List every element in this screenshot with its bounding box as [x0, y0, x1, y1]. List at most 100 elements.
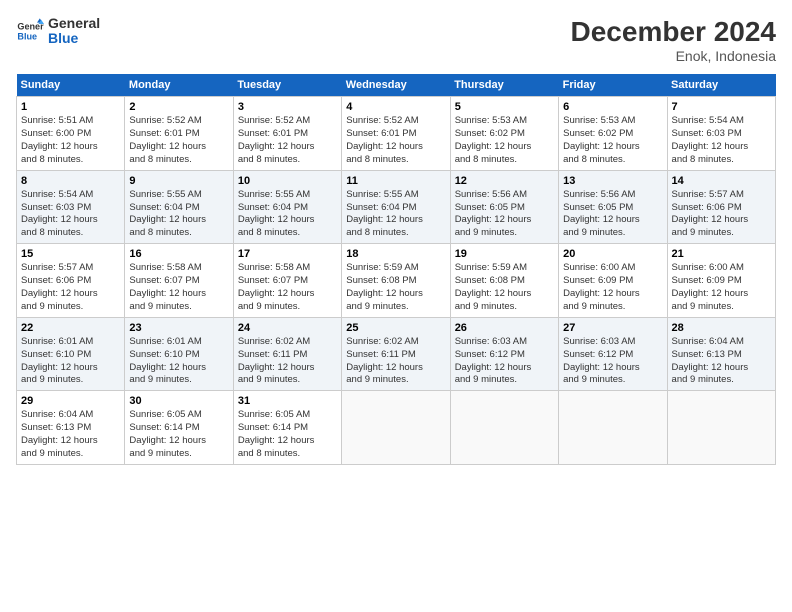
day-info: Sunrise: 5:55 AM Sunset: 6:04 PM Dayligh… — [346, 189, 445, 240]
day-number: 16 — [129, 247, 228, 261]
day-number: 22 — [21, 321, 120, 335]
day-info: Sunrise: 5:57 AM Sunset: 6:06 PM Dayligh… — [672, 189, 771, 240]
day-info: Sunrise: 6:00 AM Sunset: 6:09 PM Dayligh… — [672, 262, 771, 313]
day-number: 19 — [455, 247, 554, 261]
day-cell: 30Sunrise: 6:05 AM Sunset: 6:14 PM Dayli… — [125, 391, 233, 465]
subtitle: Enok, Indonesia — [571, 48, 776, 64]
day-cell: 4Sunrise: 5:52 AM Sunset: 6:01 PM Daylig… — [342, 97, 450, 171]
day-number: 25 — [346, 321, 445, 335]
day-info: Sunrise: 6:02 AM Sunset: 6:11 PM Dayligh… — [346, 336, 445, 387]
day-number: 29 — [21, 394, 120, 408]
day-info: Sunrise: 6:01 AM Sunset: 6:10 PM Dayligh… — [21, 336, 120, 387]
day-cell: 15Sunrise: 5:57 AM Sunset: 6:06 PM Dayli… — [17, 244, 125, 318]
day-info: Sunrise: 5:51 AM Sunset: 6:00 PM Dayligh… — [21, 115, 120, 166]
day-cell: 21Sunrise: 6:00 AM Sunset: 6:09 PM Dayli… — [667, 244, 775, 318]
week-row-1: 1Sunrise: 5:51 AM Sunset: 6:00 PM Daylig… — [17, 97, 776, 171]
day-cell: 26Sunrise: 6:03 AM Sunset: 6:12 PM Dayli… — [450, 317, 558, 391]
day-number: 10 — [238, 174, 337, 188]
day-number: 2 — [129, 100, 228, 114]
day-number: 9 — [129, 174, 228, 188]
day-cell — [450, 391, 558, 465]
header-row: SundayMondayTuesdayWednesdayThursdayFrid… — [17, 74, 776, 97]
day-number: 1 — [21, 100, 120, 114]
day-number: 7 — [672, 100, 771, 114]
day-number: 3 — [238, 100, 337, 114]
day-info: Sunrise: 5:52 AM Sunset: 6:01 PM Dayligh… — [238, 115, 337, 166]
day-info: Sunrise: 5:56 AM Sunset: 6:05 PM Dayligh… — [563, 189, 662, 240]
day-info: Sunrise: 5:59 AM Sunset: 6:08 PM Dayligh… — [455, 262, 554, 313]
day-number: 24 — [238, 321, 337, 335]
day-info: Sunrise: 5:55 AM Sunset: 6:04 PM Dayligh… — [129, 189, 228, 240]
day-cell: 22Sunrise: 6:01 AM Sunset: 6:10 PM Dayli… — [17, 317, 125, 391]
svg-text:Blue: Blue — [17, 32, 37, 42]
day-number: 30 — [129, 394, 228, 408]
day-cell — [559, 391, 667, 465]
day-info: Sunrise: 6:02 AM Sunset: 6:11 PM Dayligh… — [238, 336, 337, 387]
day-number: 8 — [21, 174, 120, 188]
day-cell: 3Sunrise: 5:52 AM Sunset: 6:01 PM Daylig… — [233, 97, 341, 171]
day-number: 23 — [129, 321, 228, 335]
day-info: Sunrise: 5:52 AM Sunset: 6:01 PM Dayligh… — [129, 115, 228, 166]
day-number: 20 — [563, 247, 662, 261]
day-cell: 19Sunrise: 5:59 AM Sunset: 6:08 PM Dayli… — [450, 244, 558, 318]
header-monday: Monday — [125, 74, 233, 97]
day-cell: 27Sunrise: 6:03 AM Sunset: 6:12 PM Dayli… — [559, 317, 667, 391]
day-cell: 10Sunrise: 5:55 AM Sunset: 6:04 PM Dayli… — [233, 170, 341, 244]
day-cell: 12Sunrise: 5:56 AM Sunset: 6:05 PM Dayli… — [450, 170, 558, 244]
day-info: Sunrise: 5:59 AM Sunset: 6:08 PM Dayligh… — [346, 262, 445, 313]
week-row-4: 22Sunrise: 6:01 AM Sunset: 6:10 PM Dayli… — [17, 317, 776, 391]
day-info: Sunrise: 5:54 AM Sunset: 6:03 PM Dayligh… — [672, 115, 771, 166]
day-cell: 29Sunrise: 6:04 AM Sunset: 6:13 PM Dayli… — [17, 391, 125, 465]
header-saturday: Saturday — [667, 74, 775, 97]
header-tuesday: Tuesday — [233, 74, 341, 97]
day-cell: 13Sunrise: 5:56 AM Sunset: 6:05 PM Dayli… — [559, 170, 667, 244]
day-number: 17 — [238, 247, 337, 261]
day-number: 31 — [238, 394, 337, 408]
logo-icon: General Blue — [16, 17, 44, 45]
logo: General Blue General Blue — [16, 16, 100, 47]
page: General Blue General Blue December 2024 … — [0, 0, 792, 612]
day-number: 21 — [672, 247, 771, 261]
header-wednesday: Wednesday — [342, 74, 450, 97]
week-row-5: 29Sunrise: 6:04 AM Sunset: 6:13 PM Dayli… — [17, 391, 776, 465]
day-info: Sunrise: 5:54 AM Sunset: 6:03 PM Dayligh… — [21, 189, 120, 240]
day-info: Sunrise: 5:53 AM Sunset: 6:02 PM Dayligh… — [455, 115, 554, 166]
day-info: Sunrise: 6:04 AM Sunset: 6:13 PM Dayligh… — [672, 336, 771, 387]
day-info: Sunrise: 5:56 AM Sunset: 6:05 PM Dayligh… — [455, 189, 554, 240]
day-info: Sunrise: 6:03 AM Sunset: 6:12 PM Dayligh… — [455, 336, 554, 387]
day-cell: 28Sunrise: 6:04 AM Sunset: 6:13 PM Dayli… — [667, 317, 775, 391]
day-cell: 5Sunrise: 5:53 AM Sunset: 6:02 PM Daylig… — [450, 97, 558, 171]
day-info: Sunrise: 6:01 AM Sunset: 6:10 PM Dayligh… — [129, 336, 228, 387]
day-cell: 2Sunrise: 5:52 AM Sunset: 6:01 PM Daylig… — [125, 97, 233, 171]
logo-blue: Blue — [48, 31, 100, 46]
week-row-3: 15Sunrise: 5:57 AM Sunset: 6:06 PM Dayli… — [17, 244, 776, 318]
logo-general: General — [48, 16, 100, 31]
day-cell: 6Sunrise: 5:53 AM Sunset: 6:02 PM Daylig… — [559, 97, 667, 171]
day-number: 14 — [672, 174, 771, 188]
day-number: 11 — [346, 174, 445, 188]
day-cell: 11Sunrise: 5:55 AM Sunset: 6:04 PM Dayli… — [342, 170, 450, 244]
day-cell: 14Sunrise: 5:57 AM Sunset: 6:06 PM Dayli… — [667, 170, 775, 244]
day-cell: 16Sunrise: 5:58 AM Sunset: 6:07 PM Dayli… — [125, 244, 233, 318]
header: General Blue General Blue December 2024 … — [16, 16, 776, 64]
day-number: 4 — [346, 100, 445, 114]
day-info: Sunrise: 5:53 AM Sunset: 6:02 PM Dayligh… — [563, 115, 662, 166]
day-cell — [667, 391, 775, 465]
day-cell: 24Sunrise: 6:02 AM Sunset: 6:11 PM Dayli… — [233, 317, 341, 391]
day-info: Sunrise: 5:58 AM Sunset: 6:07 PM Dayligh… — [238, 262, 337, 313]
day-cell: 18Sunrise: 5:59 AM Sunset: 6:08 PM Dayli… — [342, 244, 450, 318]
day-number: 27 — [563, 321, 662, 335]
calendar-table: SundayMondayTuesdayWednesdayThursdayFrid… — [16, 74, 776, 465]
week-row-2: 8Sunrise: 5:54 AM Sunset: 6:03 PM Daylig… — [17, 170, 776, 244]
day-cell: 17Sunrise: 5:58 AM Sunset: 6:07 PM Dayli… — [233, 244, 341, 318]
day-number: 28 — [672, 321, 771, 335]
day-info: Sunrise: 6:05 AM Sunset: 6:14 PM Dayligh… — [238, 409, 337, 460]
day-cell: 1Sunrise: 5:51 AM Sunset: 6:00 PM Daylig… — [17, 97, 125, 171]
day-info: Sunrise: 5:58 AM Sunset: 6:07 PM Dayligh… — [129, 262, 228, 313]
day-number: 12 — [455, 174, 554, 188]
header-friday: Friday — [559, 74, 667, 97]
day-info: Sunrise: 5:57 AM Sunset: 6:06 PM Dayligh… — [21, 262, 120, 313]
day-info: Sunrise: 6:00 AM Sunset: 6:09 PM Dayligh… — [563, 262, 662, 313]
day-number: 6 — [563, 100, 662, 114]
day-info: Sunrise: 5:55 AM Sunset: 6:04 PM Dayligh… — [238, 189, 337, 240]
